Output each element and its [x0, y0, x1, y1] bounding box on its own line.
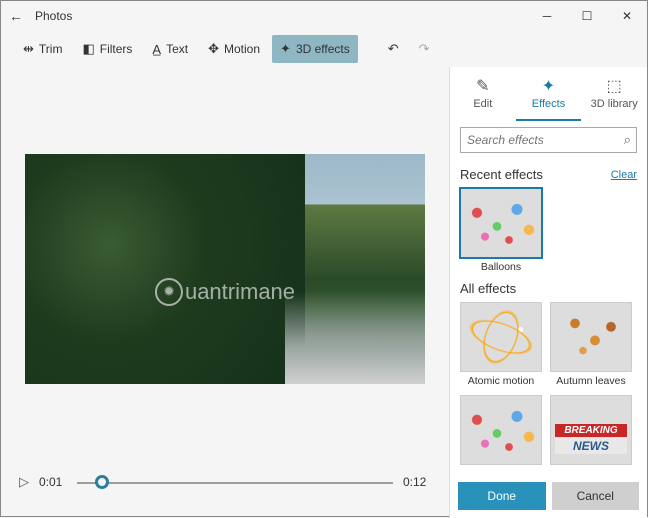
atomic-thumb	[460, 302, 542, 372]
tab-edit[interactable]: ✎Edit	[450, 67, 516, 121]
play-button[interactable]: ▷	[19, 474, 29, 490]
time-current: 0:01	[39, 475, 67, 489]
balloons-thumb-2	[460, 395, 542, 465]
undo-icon: ↶	[388, 41, 399, 57]
effects-icon: ✦	[542, 76, 555, 96]
preview-area: ✹uantrimane ▷ 0:01 0:12	[1, 67, 449, 518]
watermark: ✹uantrimane	[155, 278, 295, 306]
effect-card-balloons[interactable]: Balloons	[460, 188, 542, 273]
cube-icon: ⬚	[607, 76, 622, 96]
pencil-icon: ✎	[476, 76, 489, 96]
redo-icon: ↷	[419, 41, 430, 57]
effect-card-atomic-motion[interactable]: Atomic motion	[460, 302, 542, 387]
tab-effects[interactable]: ✦Effects	[516, 67, 582, 121]
timeline-track[interactable]	[77, 472, 393, 492]
effects-panel: ✎Edit ✦Effects ⬚3D library ⌕ Recent effe…	[449, 67, 647, 518]
sparkle-icon: ✦	[280, 41, 291, 57]
main: ✹uantrimane ▷ 0:01 0:12 ✎Edit ✦Effects ⬚…	[1, 67, 647, 518]
trim-button[interactable]: ⇹Trim	[15, 35, 70, 63]
all-effects-title: All effects	[460, 281, 516, 296]
filters-icon: ◧	[82, 41, 94, 57]
minimize-button[interactable]: ─	[527, 1, 567, 31]
timeline-thumb[interactable]	[95, 475, 109, 489]
tab-3d-library[interactable]: ⬚3D library	[581, 67, 647, 121]
panel-tabs: ✎Edit ✦Effects ⬚3D library	[450, 67, 647, 121]
time-total: 0:12	[403, 475, 431, 489]
balloons-thumb	[460, 188, 542, 258]
motion-button[interactable]: ✥Motion	[200, 35, 268, 63]
window-controls: ─ ☐ ✕	[527, 1, 647, 31]
recent-effects-title: Recent effects	[460, 167, 543, 182]
undo-button[interactable]: ↶	[380, 35, 407, 63]
effect-card-balloons-2[interactable]	[460, 395, 542, 465]
clear-link[interactable]: Clear	[611, 169, 637, 181]
leaves-thumb	[550, 302, 632, 372]
toolbar: ⇹Trim ◧Filters A̲Text ✥Motion ✦3D effect…	[1, 31, 647, 67]
search-icon[interactable]: ⌕	[624, 132, 631, 148]
done-button[interactable]: Done	[458, 482, 546, 510]
filters-button[interactable]: ◧Filters	[74, 35, 140, 63]
timeline: ▷ 0:01 0:12	[15, 460, 435, 504]
trim-icon: ⇹	[23, 41, 34, 57]
effect-card-autumn-leaves[interactable]: Autumn leaves	[550, 302, 632, 387]
search-input[interactable]	[460, 127, 637, 153]
3d-effects-button[interactable]: ✦3D effects	[272, 35, 358, 63]
video-preview[interactable]: ✹uantrimane	[25, 154, 425, 384]
back-button[interactable]: ←	[1, 8, 31, 24]
text-icon: A̲	[152, 42, 161, 57]
search-wrap: ⌕	[460, 127, 637, 153]
motion-icon: ✥	[208, 41, 219, 57]
app-title: Photos	[31, 9, 527, 23]
breaking-thumb	[550, 395, 632, 465]
effect-card-breaking-news[interactable]	[550, 395, 632, 465]
titlebar: ← Photos ─ ☐ ✕	[1, 1, 647, 31]
panel-footer: Done Cancel	[450, 474, 647, 518]
text-button[interactable]: A̲Text	[144, 36, 196, 63]
cancel-button[interactable]: Cancel	[552, 482, 640, 510]
redo-button[interactable]: ↷	[411, 35, 438, 63]
close-button[interactable]: ✕	[607, 1, 647, 31]
maximize-button[interactable]: ☐	[567, 1, 607, 31]
